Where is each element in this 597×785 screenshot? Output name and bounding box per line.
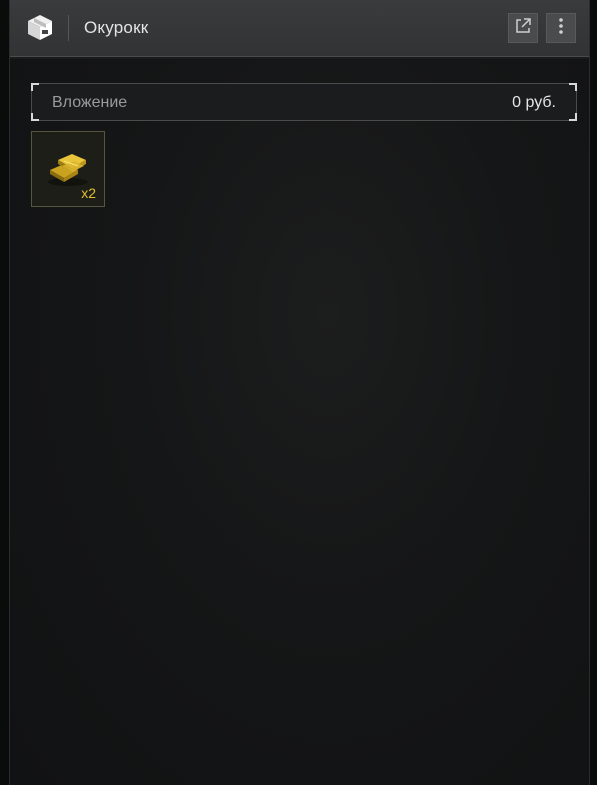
window-titlebar[interactable]: Окурокк (10, 0, 589, 57)
right-border (590, 0, 597, 785)
external-link-icon (514, 17, 532, 40)
value-bar: Вложение 0 руб. (31, 83, 577, 121)
menu-button[interactable] (546, 13, 576, 43)
value-label: Вложение (52, 94, 128, 111)
title-divider (68, 15, 69, 41)
window-title: Окурокк (84, 18, 149, 37)
package-icon (26, 13, 54, 41)
item-slot[interactable]: x2 (31, 131, 105, 207)
gold-bars-icon (44, 148, 92, 188)
kebab-menu-icon (558, 17, 564, 40)
value-amount: 0 руб. (512, 94, 556, 111)
container-window: Окурокк Вложение 0 руб. x2 (9, 0, 590, 785)
item-count: x2 (81, 185, 96, 201)
popout-button[interactable] (508, 13, 538, 43)
